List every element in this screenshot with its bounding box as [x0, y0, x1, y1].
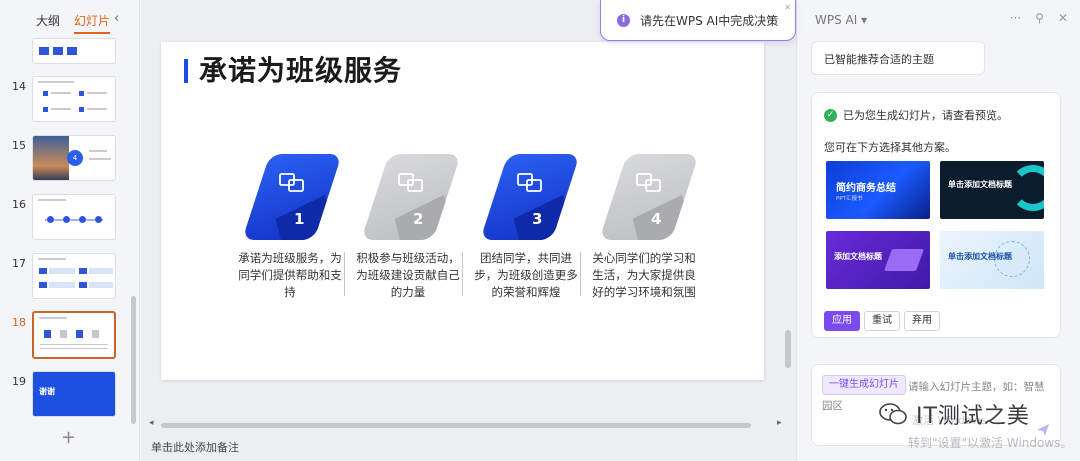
- screen-share-icon: [636, 173, 661, 192]
- thumbnail-thanks-text: 谢谢: [39, 387, 55, 396]
- notes-placeholder[interactable]: 单击此处添加备注: [151, 439, 239, 455]
- horizontal-scrollbar[interactable]: ◂ ▸: [149, 418, 786, 429]
- card-2-text[interactable]: 积极参与班级活动，为班级建设贡献自己的力量: [352, 250, 464, 301]
- info-icon: i: [617, 13, 630, 27]
- more-icon[interactable]: ···: [1010, 11, 1021, 25]
- current-slide[interactable]: 承诺为班级服务 1 2 3 4 承诺为班级服务，为同学们提供帮助和支持 积极参与…: [161, 42, 764, 380]
- card-4[interactable]: 4: [599, 154, 699, 240]
- brand-watermark: IT测试之美: [878, 398, 1030, 430]
- slide-thumbnail-17[interactable]: [32, 253, 116, 299]
- slide-title[interactable]: 承诺为班级服务: [199, 49, 402, 89]
- template-option-1[interactable]: 简约商务总结 PPT汇报书: [826, 161, 930, 219]
- status-row: ✓ 已为您生成幻灯片，请查看预览。: [824, 107, 1008, 123]
- slide-thumbnail-18[interactable]: [32, 311, 116, 359]
- scroll-right-icon[interactable]: ▸: [777, 418, 782, 428]
- brand-text: IT测试之美: [916, 404, 1030, 429]
- divider: [462, 252, 463, 296]
- ai-panel-title[interactable]: WPS AI ▾: [815, 13, 867, 27]
- retry-button[interactable]: 重试: [864, 311, 900, 331]
- chevron-left-icon[interactable]: ‹: [114, 11, 119, 26]
- card-number: 4: [651, 210, 662, 228]
- slide-number-17: 17: [12, 257, 26, 270]
- tab-slides[interactable]: 幻灯片: [74, 12, 111, 34]
- slide-thumbnail-19[interactable]: 谢谢: [32, 371, 116, 417]
- discard-button[interactable]: 弃用: [904, 311, 940, 331]
- slide-canvas-area: 承诺为班级服务 1 2 3 4 承诺为班级服务，为同学们提供帮助和支持 积极参与…: [141, 0, 796, 461]
- panel-tabs: 大纲 幻灯片: [36, 12, 111, 34]
- title-accent-bar: [184, 59, 188, 83]
- template-option-3[interactable]: 添加文档标题: [826, 231, 930, 289]
- plus-icon[interactable]: +: [61, 427, 76, 448]
- slide-number-16: 16: [12, 198, 26, 211]
- card-1[interactable]: 1: [242, 154, 342, 240]
- panel-scrollbar[interactable]: [131, 296, 136, 424]
- wechat-icon: [879, 403, 907, 425]
- action-buttons: 应用 重试 弃用: [824, 311, 940, 331]
- wps-ai-panel: WPS AI ▾ ··· ⚲ ✕ 已智能推荐合适的主题 ✓ 已为您生成幻灯片，请…: [796, 0, 1080, 461]
- ai-message-bubble: 已智能推荐合适的主题: [811, 41, 985, 75]
- slide-thumbnail-15[interactable]: 4: [32, 135, 116, 181]
- screen-share-icon: [517, 173, 542, 192]
- card-3-text[interactable]: 团结同学，共同进步，为班级创造更多的荣誉和辉煌: [470, 250, 582, 301]
- slide-thumbnail-16[interactable]: [32, 194, 116, 240]
- card-number: 3: [532, 210, 543, 228]
- slide-panel: 大纲 幻灯片 ‹ 14 15 4 16 17 18 19 谢谢 +: [0, 0, 140, 461]
- ai-panel-toolbar: ··· ⚲ ✕: [1010, 11, 1068, 25]
- decision-toast: i 请先在WPS AI中完成决策 ✕: [600, 0, 796, 41]
- vertical-scrollbar[interactable]: [785, 330, 791, 368]
- slide-thumbnail-13[interactable]: [32, 38, 116, 64]
- scroll-left-icon[interactable]: ◂: [149, 418, 154, 428]
- toast-message: 请先在WPS AI中完成决策: [640, 13, 779, 28]
- close-icon[interactable]: ✕: [1058, 11, 1068, 25]
- status-text: 已为您生成幻灯片，请查看预览。: [843, 109, 1008, 122]
- template-option-2[interactable]: 单击添加文档标题: [940, 161, 1044, 219]
- screen-share-icon: [279, 173, 304, 192]
- toast-close-icon[interactable]: ✕: [784, 3, 791, 12]
- check-icon: ✓: [824, 108, 837, 122]
- card-number: 1: [294, 210, 305, 228]
- card-4-text[interactable]: 关心同学们的学习和生活，为大家提供良好的学习环境和氛围: [588, 250, 700, 301]
- pin-icon[interactable]: ⚲: [1035, 11, 1044, 25]
- tab-outline[interactable]: 大纲: [36, 12, 60, 34]
- divider: [580, 252, 581, 296]
- slide-thumbnail-14[interactable]: [32, 76, 116, 122]
- divider: [344, 252, 345, 296]
- screen-share-icon: [398, 173, 423, 192]
- apply-button[interactable]: 应用: [824, 311, 860, 331]
- card-1-text[interactable]: 承诺为班级服务，为同学们提供帮助和支持: [234, 250, 346, 301]
- hint-text: 您可在下方选择其他方案。: [824, 141, 956, 154]
- ai-result-card: ✓ 已为您生成幻灯片，请查看预览。 您可在下方选择其他方案。 简约商务总结 PP…: [811, 92, 1061, 338]
- slide-number-14: 14: [12, 80, 26, 93]
- card-number: 2: [413, 210, 424, 228]
- activation-watermark: 转到"设置"以激活 Windows。: [908, 436, 1073, 450]
- slide-number-19: 19: [12, 375, 26, 388]
- card-2[interactable]: 2: [361, 154, 461, 240]
- card-3[interactable]: 3: [480, 154, 580, 240]
- template-option-4[interactable]: 单击添加文档标题: [940, 231, 1044, 289]
- slide-number-15: 15: [12, 139, 26, 152]
- generate-slides-chip[interactable]: 一键生成幻灯片: [822, 375, 906, 395]
- slide-number-18: 18: [12, 316, 26, 329]
